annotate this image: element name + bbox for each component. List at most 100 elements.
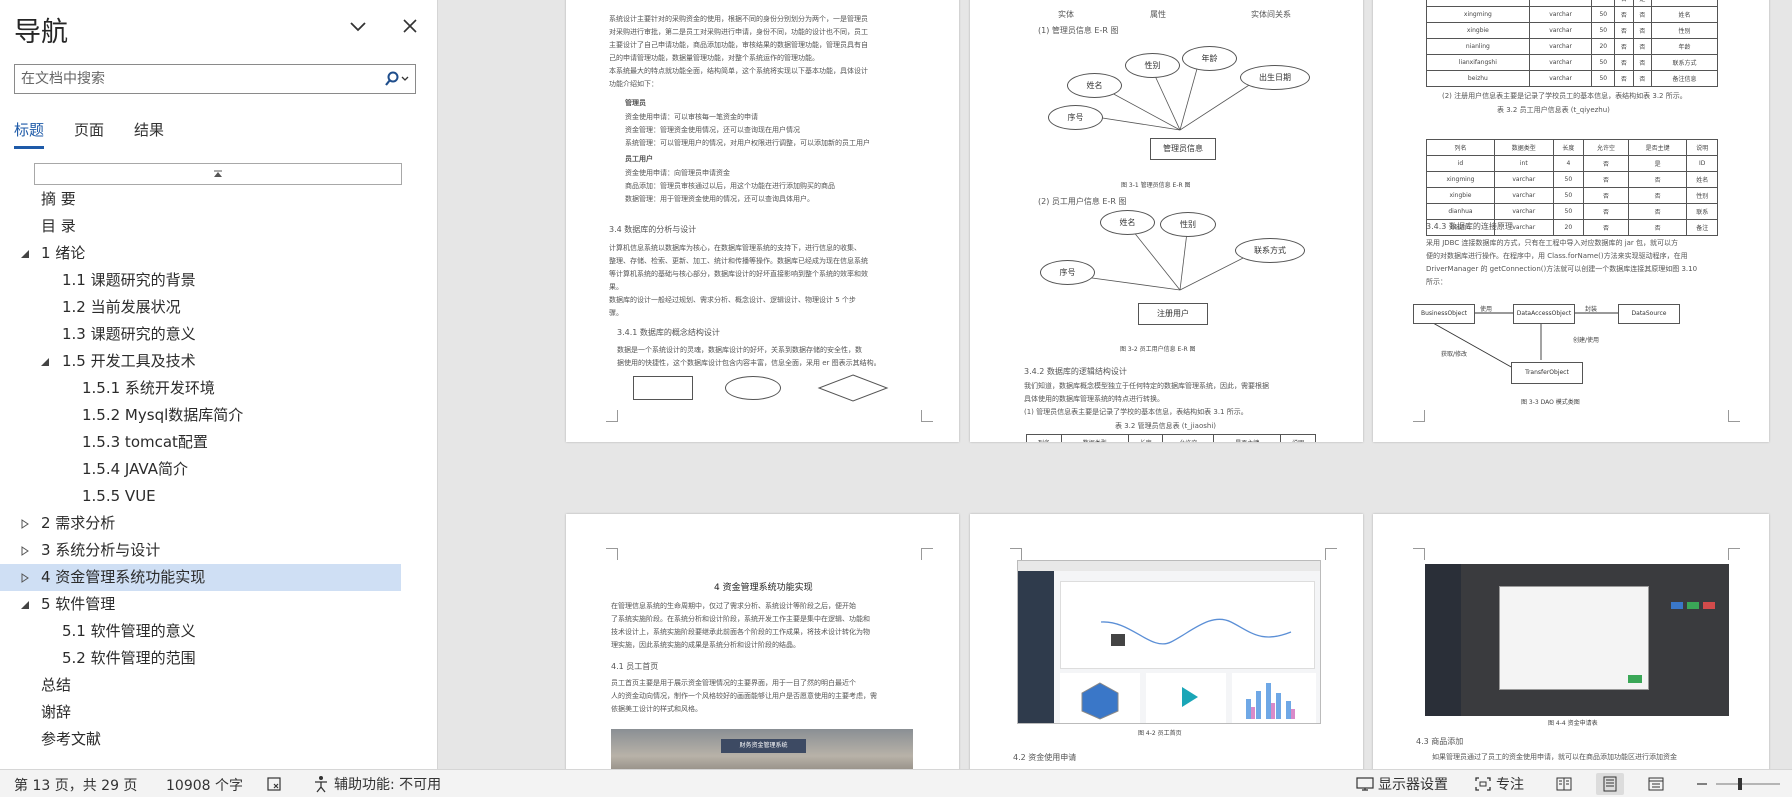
collapsed-triangle-icon[interactable]	[20, 573, 30, 583]
outline-item[interactable]: 1.5.2 Mysql数据库简介	[0, 402, 420, 429]
dao-label-encapsulate: 封装	[1585, 306, 1598, 313]
document-page-1[interactable]: 系统设计主要针对的采购资金的使用，根据不同的身份分别划分为两个，一是管理员 对采购…	[566, 0, 959, 442]
document-page-4[interactable]: 4 资金管理系统功能实现 在管理信息系统的生命周期中，仅过了需求分析、系统设计等…	[566, 514, 959, 769]
table-cell: 50	[1591, 6, 1616, 23]
text-line: 系统设计主要针对的采购资金的使用，根据不同的身份分别划分为两个，一是管理员	[609, 15, 868, 23]
browser-bar	[1018, 561, 1320, 571]
zoom-slider[interactable]	[1716, 773, 1780, 795]
close-icon[interactable]	[396, 12, 424, 40]
text-line: 骤。	[609, 309, 623, 317]
outline-item-label: 总结	[41, 676, 72, 694]
thumb-button	[1703, 602, 1715, 609]
document-page-3[interactable]: idint4否是IDxingmingvarchar50否否姓名xingbieva…	[1373, 0, 1769, 442]
fund-application-screenshot	[1425, 564, 1729, 716]
outline-item[interactable]: 5.2 软件管理的范围	[0, 645, 420, 672]
text-line: 了系统实施阶段。在系统分析和设计阶段，系统开发工作主要是集中在逻辑、功能和	[611, 615, 870, 623]
table-cell: 是	[1627, 155, 1688, 172]
search-input[interactable]	[21, 69, 381, 89]
outline-item[interactable]: 参考文献	[0, 726, 420, 753]
document-page-6[interactable]: 图 4-4 资金申请表 4.3 商品添加 如果管理员通过了员工的资金使用申请，就…	[1373, 514, 1769, 769]
p1-section-3-4: 3.4 数据库的分析与设计	[609, 225, 697, 234]
outline-item-label: 摘 要	[41, 190, 76, 208]
p1-section-3-4-1: 3.4.1 数据库的概念结构设计	[617, 328, 720, 337]
nav-options-chevron-icon[interactable]	[344, 12, 372, 40]
print-layout-icon[interactable]	[1596, 773, 1624, 795]
expanded-triangle-icon[interactable]	[20, 249, 30, 259]
zoom-out-icon[interactable]	[1696, 773, 1708, 795]
word-count[interactable]: 10908 个字	[166, 775, 243, 795]
text-line: 对采购进行审批，第二是员工对采购进行申请，身份不同，功能的设计也不同，员工	[609, 28, 868, 36]
expanded-triangle-icon[interactable]	[20, 600, 30, 610]
table-cell: nianling	[1426, 38, 1530, 55]
table-cell: varchar	[1528, 6, 1593, 23]
outline-item[interactable]: 谢辞	[0, 699, 420, 726]
page-count[interactable]: 第 13 页，共 29 页	[14, 775, 137, 795]
p6-section-4-3-text: 如果管理员通过了员工的资金使用申请，就可以在商品添加功能区进行添加资金	[1432, 753, 1677, 761]
outline-item[interactable]: 1.5.4 JAVA简介	[0, 456, 420, 483]
monitor-icon	[1356, 777, 1374, 791]
text-line: 在管理信息系统的生命周期中，仅过了需求分析、系统设计等阶段之后，便开始	[611, 602, 856, 610]
focus-mode-button[interactable]: 专注	[1474, 773, 1524, 795]
accessibility-status[interactable]: 辅助功能: 不可用	[312, 773, 441, 795]
outline-item[interactable]: 2 需求分析	[0, 510, 420, 537]
tab-results[interactable]: 结果	[134, 119, 164, 149]
outline-item[interactable]: 摘 要	[0, 186, 420, 213]
tab-headings[interactable]: 标题	[14, 119, 45, 149]
er-entity-rectangle-shape	[633, 376, 693, 400]
table-cell: 否	[1583, 187, 1629, 204]
outline-item[interactable]: 1.1 课题研究的背景	[0, 267, 420, 294]
outline-item[interactable]: 5.1 软件管理的意义	[0, 618, 420, 645]
collapse-headings-bar[interactable]	[34, 163, 402, 185]
crop-mark	[606, 548, 618, 560]
table-cell: lianxifangshi	[1426, 54, 1530, 71]
outline-item[interactable]: 1.5 开发工具及技术	[0, 348, 420, 375]
p2-section-3-4-2: 3.4.2 数据库的逻辑结构设计	[1024, 367, 1127, 376]
table-cell: varchar	[1528, 38, 1593, 55]
outline-item[interactable]: 总结	[0, 672, 420, 699]
read-mode-icon[interactable]	[1550, 773, 1578, 795]
table-cell: dianhua	[1426, 203, 1495, 220]
er1-attr-gender: 性别	[1125, 53, 1180, 78]
collapsed-triangle-icon[interactable]	[20, 546, 30, 556]
text-line: 我们知道，数据库概念模型独立于任何特定的数据库管理系统，因此，需要根据	[1024, 382, 1269, 390]
accessibility-label: 辅助功能: 不可用	[334, 777, 442, 793]
outline-item[interactable]: 1 绪论	[0, 240, 420, 267]
table-cell: 否	[1614, 70, 1634, 87]
outline-item[interactable]: 1.3 课题研究的意义	[0, 321, 420, 348]
text-line: 理实施，因此系统实施的成果是系统分析和设计阶段的结晶。	[611, 641, 800, 649]
table-cell: xingming	[1426, 171, 1495, 188]
proofing-icon[interactable]	[266, 773, 286, 795]
dao-box-transfer-object: TransferObject	[1511, 362, 1583, 384]
tab-pages[interactable]: 页面	[74, 119, 104, 149]
search-icon[interactable]	[381, 69, 411, 89]
table-cell: 50	[1591, 54, 1616, 71]
text-line: 采用 JDBC 连接数据库的方式，只有在工程中导入对应数据库的 jar 包，就可…	[1426, 239, 1679, 247]
er-attribute-ellipse-shape	[725, 376, 781, 400]
document-page-5[interactable]: 图 4-2 员工首页 4.2 资金使用申请	[970, 514, 1363, 769]
table-cell: 否	[1632, 6, 1653, 23]
employee-home-screenshot	[1017, 560, 1321, 724]
table-cell: 性别	[1686, 187, 1718, 204]
document-page-2[interactable]: 实体 属性 实体间关系 (1) 管理员信息 E-R 图 姓名 性别 年龄 出生日…	[970, 0, 1363, 442]
expanded-triangle-icon[interactable]	[40, 357, 50, 367]
outline-item[interactable]: 4 资金管理系统功能实现	[0, 564, 401, 591]
table-row: xingbie varchar 50 否否性别	[1426, 187, 1718, 204]
outline-item[interactable]: 目 录	[0, 213, 420, 240]
search-box[interactable]	[14, 64, 416, 94]
table-cell: varchar	[1493, 171, 1554, 188]
outline-item[interactable]: 1.2 当前发展状况	[0, 294, 420, 321]
outline-item[interactable]: 1.5.3 tomcat配置	[0, 429, 420, 456]
play-card	[1146, 673, 1226, 723]
web-layout-icon[interactable]	[1642, 773, 1670, 795]
outline-item[interactable]: 5 软件管理	[0, 591, 420, 618]
outline-item[interactable]: 1.5.1 系统开发环境	[0, 375, 420, 402]
crop-mark	[921, 410, 933, 422]
text-line: 整理、存储、检索、更新、加工、统计和传播等操作。数据库已经成为现在信息系统	[609, 257, 868, 265]
table-cell: 50	[1591, 70, 1616, 87]
collapsed-triangle-icon[interactable]	[20, 519, 30, 529]
er1-attr-name: 姓名	[1067, 73, 1122, 98]
display-settings-button[interactable]: 显示器设置	[1356, 773, 1448, 795]
table-cell: 50	[1552, 187, 1585, 204]
outline-item[interactable]: 1.5.5 VUE	[0, 483, 420, 510]
outline-item[interactable]: 3 系统分析与设计	[0, 537, 420, 564]
